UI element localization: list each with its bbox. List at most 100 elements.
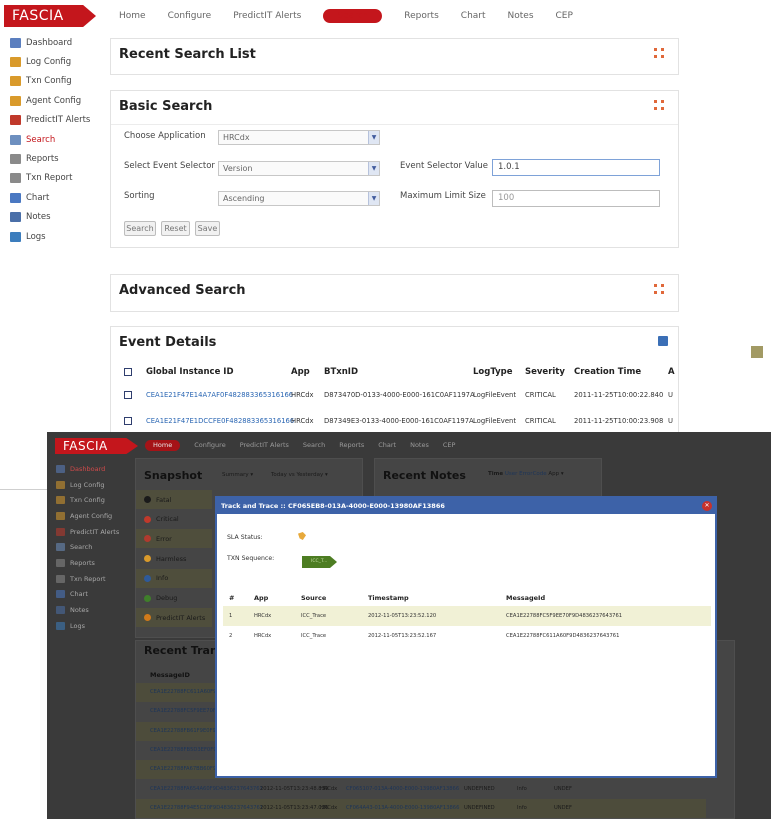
gid-link[interactable]: CEA1E21F47E1DCCFE0F482883365316166 [146, 417, 294, 425]
sidebar-item-predictit-alerts[interactable]: PredictIT Alerts [56, 524, 119, 540]
sidebar-item-search[interactable]: Search [10, 130, 110, 149]
fascia-logo[interactable]: FASCIA [55, 438, 138, 454]
nav-home[interactable]: Home [119, 9, 146, 23]
col-creation-time[interactable]: Creation Time [574, 367, 641, 377]
nav-reports[interactable]: Reports [404, 9, 439, 23]
row-checkbox[interactable] [124, 391, 132, 399]
nav-notes[interactable]: Notes [508, 9, 534, 23]
col-global-instance-id[interactable]: Global Instance ID [146, 367, 234, 377]
notes-filter[interactable]: Time User ErrorCode App ▾ [488, 471, 564, 477]
cell-id[interactable]: CEA1E22788F94E5C20F9D4836237643761 [150, 805, 263, 811]
cell-id[interactable]: CEA1E22788FB5D3EF0F9C [150, 747, 220, 753]
event-selector-select[interactable]: Version ▼ [218, 161, 380, 176]
app-dropdown[interactable]: App [548, 471, 559, 477]
nav-cep[interactable]: CEP [556, 9, 573, 23]
sidebar-item-dashboard[interactable]: Dashboard [56, 461, 119, 477]
col-logtype[interactable]: LogType [473, 367, 513, 377]
sidebar-item-reports[interactable]: Reports [10, 149, 110, 168]
row-checkbox[interactable] [124, 417, 132, 425]
sidebar-item-notes[interactable]: Notes [56, 602, 119, 618]
sidebar-item-predictit-alerts[interactable]: PredictIT Alerts [10, 111, 110, 130]
nav-chart[interactable]: Chart [378, 440, 396, 451]
search-button[interactable]: Search [124, 221, 156, 236]
sidebar: Dashboard Log Config Txn Config Agent Confi… [10, 33, 110, 246]
save-icon[interactable] [658, 336, 668, 346]
nav-configure[interactable]: Configure [194, 440, 226, 451]
select-all-checkbox[interactable] [124, 368, 132, 376]
cell-id[interactable]: CEA1E22788FB61F9E0F9C [150, 728, 219, 734]
save-button[interactable]: Save [195, 221, 220, 236]
snapshot-row-error[interactable]: Error [136, 529, 212, 549]
cell-id[interactable]: CEA1E22788FA654A60F9D48362376437​61 [150, 786, 263, 792]
sidebar-item-agent-config[interactable]: Agent Config [10, 91, 110, 110]
reset-button[interactable]: Reset [161, 221, 190, 236]
nav-reports[interactable]: Reports [339, 440, 364, 451]
user-label[interactable]: User [505, 471, 518, 477]
event-selector-value-label: Event Selector Value [400, 161, 489, 171]
sidebar-item-label: Reports [26, 154, 59, 165]
sidebar-item-search[interactable]: Search [56, 539, 119, 555]
application-select[interactable]: HRCdx ▼ [218, 130, 380, 145]
sidebar-item-log-config[interactable]: Log Config [10, 52, 110, 71]
close-icon[interactable]: ✕ [702, 501, 712, 511]
expand-icon[interactable] [654, 100, 664, 110]
snapshot-row-critical[interactable]: Critical [136, 510, 212, 529]
sidebar-item-txn-report[interactable]: Txn Report [56, 571, 119, 587]
cell-id[interactable]: CEA1E22788FC5F9EE70F9C [150, 708, 223, 714]
range-dropdown[interactable]: Today vs Yesterday ▾ [271, 472, 328, 478]
transaction-row[interactable]: CEA1E22788FA654A60F9D48362376437​61 2012-… [136, 780, 706, 799]
summary-dropdown[interactable]: Summary ▾ [222, 472, 253, 478]
cell-id[interactable]: CEA1E22788FC611A60F9C [150, 689, 220, 695]
sidebar-item-label: Chart [26, 192, 50, 203]
expand-icon[interactable] [654, 48, 664, 58]
sorting-select[interactable]: Ascending ▼ [218, 191, 380, 206]
snapshot-row-debug[interactable]: Debug [136, 589, 212, 608]
nav-home[interactable]: Home [145, 440, 181, 451]
sidebar-item-log-config[interactable]: Log Config [56, 477, 119, 493]
max-limit-input[interactable]: 100 [492, 190, 660, 207]
snapshot-row-fatal[interactable]: Fatal [136, 490, 212, 509]
cell-btxn[interactable]: CF064A43-013A-4000-E000-13980AF13866 [346, 805, 459, 811]
col-severity[interactable]: Severity [525, 367, 565, 377]
snapshot-title: Snapshot [144, 469, 203, 482]
col-message-id[interactable]: MessageID [150, 671, 190, 679]
sidebar-item-agent-config[interactable]: Agent Config [56, 508, 119, 524]
sidebar-item-logs[interactable]: Logs [10, 227, 110, 246]
sidebar-item-label: Chart [70, 590, 88, 599]
nav-predictit-alerts[interactable]: PredictIT Alerts [240, 440, 289, 451]
sidebar-item-txn-config[interactable]: Txn Config [56, 492, 119, 508]
nav-configure[interactable]: Configure [168, 9, 212, 23]
snapshot-row-predictit-alerts[interactable]: PredictIT Alerts [136, 608, 212, 628]
sidebar-item-txn-config[interactable]: Txn Config [10, 72, 110, 91]
nav-search[interactable]: Search [303, 440, 325, 451]
fascia-logo[interactable]: FASCIA [4, 5, 96, 27]
sidebar-item-txn-report[interactable]: Txn Report [10, 169, 110, 188]
sidebar-item-dashboard[interactable]: Dashboard [10, 33, 110, 52]
event-selector-value-input[interactable]: 1.0.1 [492, 159, 660, 176]
col-btxnid[interactable]: BTxnID [324, 367, 358, 377]
cell-btxn[interactable]: CF065107-013A-4000-E000-13980AF13866 [346, 786, 459, 792]
transaction-row[interactable]: CEA1E22788F94E5C20F9D4836237643761 2012-1… [136, 798, 706, 818]
snapshot-row-info[interactable]: Info [136, 568, 212, 588]
sidebar-item-logs[interactable]: Logs [56, 618, 119, 634]
expand-icon[interactable] [654, 284, 664, 294]
sidebar-item-reports[interactable]: Reports [56, 555, 119, 571]
txn-sequence-badge[interactable]: ICC_T... [302, 556, 337, 568]
snapshot-row-harmless[interactable]: Harmless [136, 549, 212, 568]
cell-id[interactable]: CEA1E22788FA67BB60F9C [150, 766, 220, 772]
col-a[interactable]: A [668, 367, 675, 377]
nav-predictit-alerts[interactable]: PredictIT Alerts [233, 9, 301, 23]
nav-cep[interactable]: CEP [443, 440, 456, 451]
sidebar-item-chart[interactable]: Chart [56, 587, 119, 603]
sidebar-item-notes[interactable]: Notes [10, 208, 110, 227]
gid-link[interactable]: CEA1E21F47E14A7AF0F482883365316166 [146, 391, 293, 399]
error-code-label[interactable]: ErrorCode [519, 471, 547, 477]
nav-notes[interactable]: Notes [410, 440, 429, 451]
sidebar-item-chart[interactable]: Chart [10, 188, 110, 207]
trace-row[interactable]: 2 HRCdx ICC_Trace 2012-11-05T13:23:52.16… [223, 626, 711, 646]
trace-row[interactable]: 1 HRCdx ICC_Trace 2012-11-05T13:23:52.12… [223, 606, 711, 626]
nav-chart[interactable]: Chart [461, 9, 486, 23]
nav-search[interactable]: Search [323, 9, 383, 23]
col-app[interactable]: App [291, 367, 310, 377]
sidebar: Dashboard Log Config Txn Config Agent Confi… [56, 461, 119, 634]
